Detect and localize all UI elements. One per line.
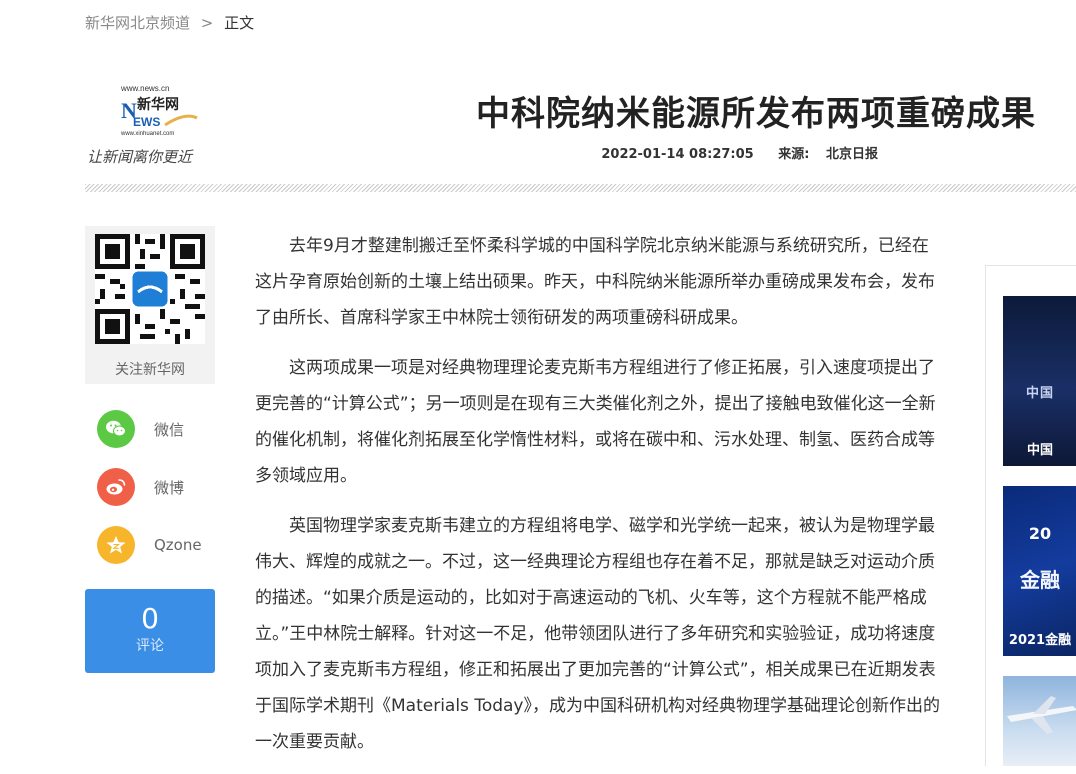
logo-brand: 新华网 (137, 96, 179, 113)
breadcrumb-separator: > (200, 14, 214, 32)
qr-label: 关注新华网 (115, 362, 185, 378)
share-qzone[interactable]: Qzone (97, 526, 202, 564)
breadcrumb: 新华网北京频道 > 正文 (85, 12, 254, 33)
share-qzone-label: Qzone (154, 536, 202, 554)
related-thumb[interactable]: 中国 中国 (1003, 296, 1076, 466)
xinhuanet-logo[interactable]: www.news.cn N 新华网 EWS www.xinhuanet.com … (85, 82, 225, 172)
related-thumb-year: 20 (1028, 524, 1052, 543)
article-paragraph: 去年9月才整建制搬迁至怀柔科学城的中国科学院北京纳米能源与系统研究所，已经在这片… (255, 236, 935, 328)
related-thumb-overlay: 金融 (1020, 568, 1060, 592)
related-thumb-caption: 中国 (1026, 443, 1053, 458)
related-thumb-caption: 2021金融 (1008, 633, 1072, 648)
wechat-icon (97, 410, 135, 448)
article-paragraph: 这两项成果一项是对经典物理理论麦克斯韦方程组进行了修正拓展，引入速度项提出了更完… (255, 358, 936, 486)
related-thumb[interactable] (1003, 676, 1076, 766)
logo-url-bottom: www.xinhuanet.com (120, 131, 174, 137)
logo-graphic: www.news.cn N 新华网 EWS www.xinhuanet.com … (87, 84, 198, 166)
article-source: 北京日报 (825, 147, 878, 162)
article-paragraph: 英国物理学家麦克斯韦建立的方程组将电学、磁学和光学统一起来，被认为是物理学最伟大… (255, 516, 940, 752)
related-thumb-overlay: 中国 (1025, 386, 1054, 401)
share-weibo-label: 微博 (154, 478, 185, 497)
comment-button[interactable]: 0 评论 (85, 589, 215, 673)
logo-url-top: www.news.cn (120, 84, 169, 93)
airplane-image (1007, 696, 1076, 734)
qr-code-icon (95, 234, 205, 344)
right-column: 中国 中国 20 金融 2021金融 (985, 265, 1076, 766)
header-divider (85, 184, 1076, 192)
related-thumb[interactable]: 20 金融 2021金融 (1003, 486, 1076, 656)
comment-count: 0 (141, 602, 159, 635)
breadcrumb-site-link[interactable]: 新华网北京频道 (85, 14, 190, 32)
share-wechat-label: 微信 (154, 420, 185, 439)
weibo-icon (97, 468, 135, 506)
article-title: 中科院纳米能源所发布两项重磅成果 (476, 94, 1036, 134)
qzone-icon (97, 526, 135, 564)
article-datetime: 2022-01-14 08:27:05 (601, 147, 754, 162)
logo-ews: EWS (133, 115, 160, 129)
breadcrumb-current: 正文 (224, 14, 255, 32)
article-body: 去年9月才整建制搬迁至怀柔科学城的中国科学院北京纳米能源与系统研究所，已经在这片… (255, 228, 945, 774)
source-label: 来源: (778, 147, 810, 162)
share-weibo[interactable]: 微博 (97, 468, 184, 506)
share-wechat[interactable]: 微信 (97, 410, 184, 448)
comment-label: 评论 (136, 638, 164, 654)
qr-code-panel: 关注新华网 (85, 226, 215, 384)
article-meta: 2022-01-14 08:27:05 来源: 北京日报 (460, 143, 878, 162)
logo-slogan: 让新闻离你更近 (87, 148, 194, 166)
